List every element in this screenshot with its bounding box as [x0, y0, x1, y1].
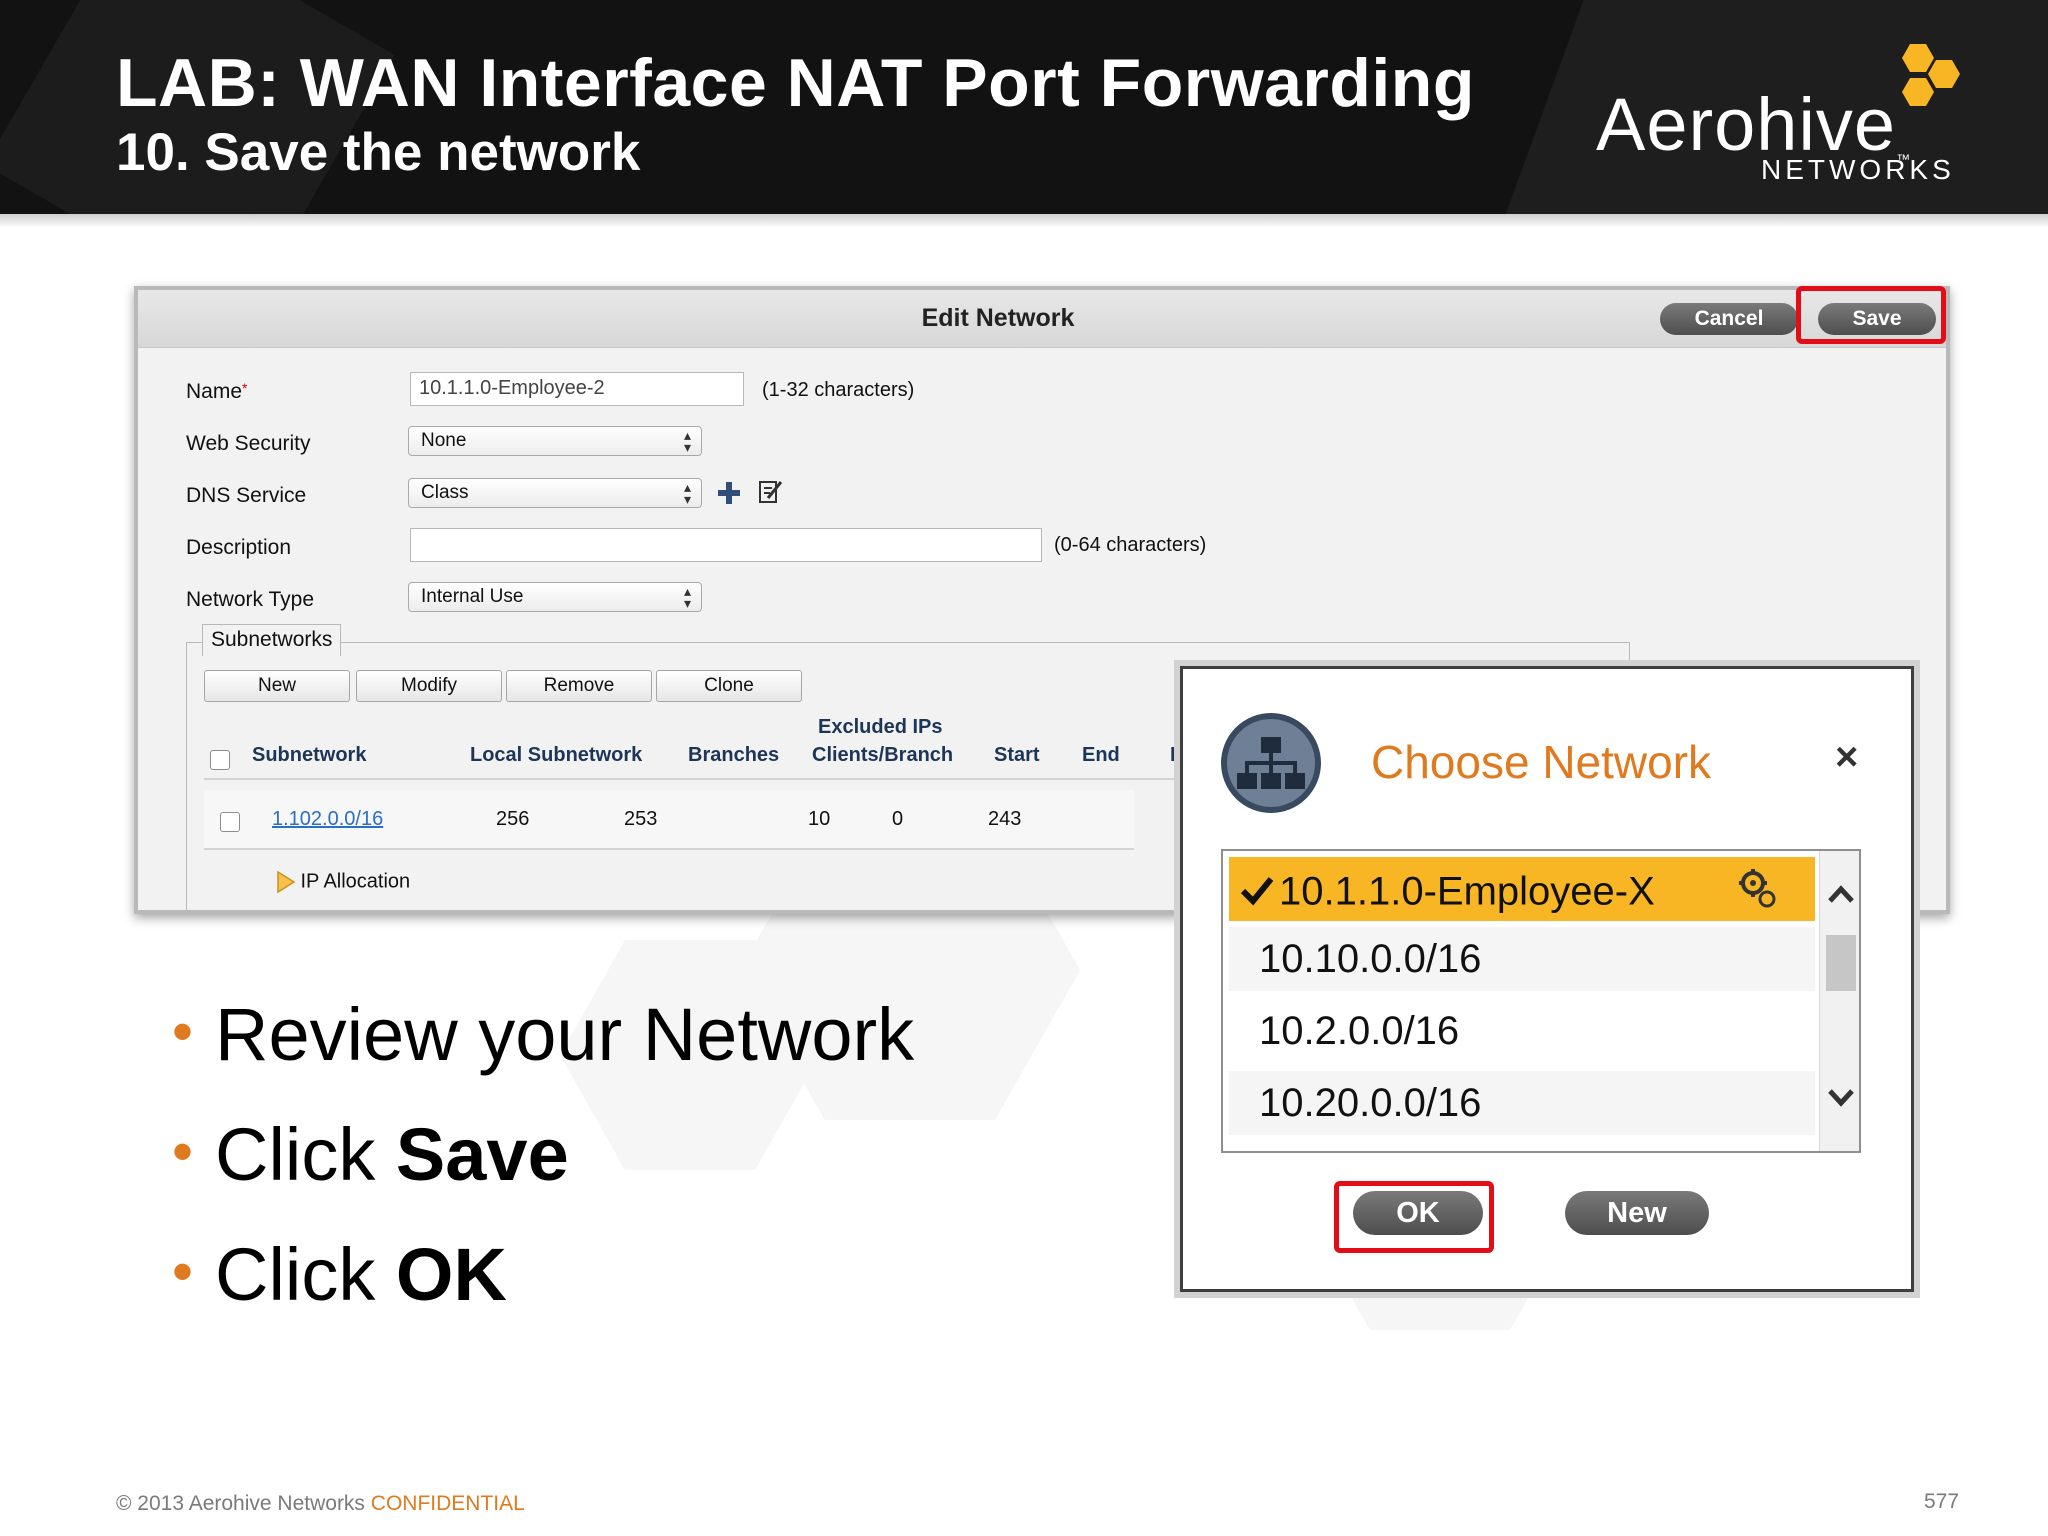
subnetwork-modify-button[interactable]: Modify — [356, 670, 502, 702]
scroll-down-icon[interactable] — [1820, 1077, 1861, 1117]
web-security-value: None — [421, 430, 467, 451]
confidential-label: CONFIDENTIAL — [370, 1492, 525, 1515]
ok-highlight — [1334, 1181, 1494, 1253]
col-clients-branch[interactable]: Clients/Branch — [812, 744, 953, 767]
list-scrollbar[interactable] — [1819, 851, 1861, 1151]
network-type-value: Internal Use — [421, 586, 524, 607]
name-label-text: Name — [186, 380, 243, 403]
checkmark-icon — [1240, 877, 1274, 906]
choose-network-dialog: Choose Network × 10.1.1.0-Employee-X 10.… — [1180, 666, 1914, 1292]
panel-title-bar: Edit Network Cancel Save — [138, 290, 1946, 348]
list-item[interactable]: 10.2.0.0/16 — [1229, 999, 1815, 1063]
bullet-text: Review your Network — [215, 993, 915, 1076]
aerohive-logo: Aerohive™ NETWORKS — [1596, 40, 1976, 190]
gear-icon[interactable] — [1737, 867, 1777, 911]
network-list: 10.1.1.0-Employee-X 10.10.0.0/16 10.2.0.… — [1221, 849, 1861, 1153]
add-icon[interactable] — [716, 480, 742, 506]
dialog-title: Choose Network — [1371, 736, 1712, 788]
logo-networks-text: NETWORKS — [1761, 154, 1955, 185]
web-security-label: Web Security — [186, 432, 311, 455]
bullet-bold: Save — [395, 1113, 569, 1196]
description-label: Description — [186, 536, 292, 559]
scrollbar-thumb[interactable] — [1826, 935, 1856, 991]
col-local-subnetwork[interactable]: Local Subnetwork — [470, 744, 642, 767]
header-shadow — [0, 214, 2048, 228]
edit-icon[interactable] — [758, 478, 784, 506]
bullet-review: • Review your Network — [172, 992, 914, 1077]
slide: LAB: WAN Interface NAT Port Forwarding 1… — [0, 0, 2048, 1536]
col-subnetwork[interactable]: Subnetwork — [252, 744, 366, 767]
network-type-select[interactable]: Internal Use ▴ ▾ — [408, 582, 702, 612]
cancel-button[interactable]: Cancel — [1660, 303, 1798, 335]
list-item[interactable]: 10.10.0.0/16 — [1229, 927, 1815, 991]
dns-service-label: DNS Service — [186, 484, 307, 507]
select-arrows-icon: ▴ ▾ — [683, 479, 691, 507]
name-label: Name* — [186, 380, 247, 404]
close-icon[interactable]: × — [1835, 735, 1858, 780]
expand-triangle-icon — [277, 870, 296, 894]
page-number: 577 — [1924, 1490, 1960, 1513]
col-start[interactable]: Start — [994, 744, 1040, 767]
scroll-up-icon[interactable] — [1820, 875, 1861, 915]
list-item[interactable]: 10.20.0.0/16 — [1229, 1071, 1815, 1135]
start-cell: 243 — [988, 808, 1022, 830]
local-subnetwork-cell: 256 — [496, 808, 530, 830]
bullet-text: Click — [215, 1233, 396, 1316]
slide-subtitle: 10. Save the network — [116, 123, 641, 182]
select-all-checkbox[interactable] — [210, 750, 230, 770]
footer-copyright: © 2013 Aerohive Networks CONFIDENTIAL — [116, 1492, 525, 1516]
select-arrows-icon: ▴ ▾ — [683, 583, 691, 611]
save-highlight — [1796, 286, 1946, 344]
clients-cell: 0 — [892, 808, 904, 830]
description-hint: (0-64 characters) — [1054, 534, 1207, 556]
bullet-bold: OK — [395, 1233, 507, 1316]
new-network-button[interactable]: New — [1565, 1191, 1709, 1235]
subnetworks-legend: Subnetworks — [202, 624, 342, 656]
subnetwork-new-button[interactable]: New — [204, 670, 350, 702]
network-type-label: Network Type — [186, 588, 314, 611]
list-item-label: 10.1.1.0-Employee-X — [1279, 869, 1655, 914]
description-input[interactable] — [410, 528, 1042, 562]
list-item[interactable]: 10.1.1.0-Employee-X — [1229, 857, 1815, 921]
dns-service-select[interactable]: Class ▴ ▾ — [408, 478, 702, 508]
bullet-text: Click — [215, 1113, 396, 1196]
select-arrows-icon: ▴ ▾ — [683, 427, 691, 455]
subnetwork-link[interactable]: 1.102.0.0/16 — [272, 808, 383, 831]
panel-title: Edit Network — [921, 304, 1075, 332]
header-band: LAB: WAN Interface NAT Port Forwarding 1… — [0, 0, 2048, 214]
table-row[interactable]: 1.102.0.0/16 256 253 10 0 243 — [204, 790, 1134, 850]
excluded-cell: 10 — [808, 808, 831, 830]
bullet-click-save: • Click Save — [172, 1112, 569, 1197]
col-excluded-ips[interactable]: Excluded IPs — [818, 716, 943, 739]
name-hint: (1-32 characters) — [762, 379, 915, 401]
bullet-dot: • — [172, 998, 194, 1065]
col-branches[interactable]: Branches — [688, 744, 779, 767]
col-end[interactable]: End — [1082, 744, 1120, 767]
table-header-divider — [204, 778, 1204, 780]
ip-allocation-toggle[interactable]: IP Allocation — [276, 870, 410, 894]
branches-cell: 253 — [624, 808, 658, 830]
row-checkbox[interactable] — [220, 812, 240, 832]
bullet-click-ok: • Click OK — [172, 1232, 507, 1317]
web-security-select[interactable]: None ▴ ▾ — [408, 426, 702, 456]
ip-allocation-label: IP Allocation — [300, 870, 411, 893]
subnetwork-remove-button[interactable]: Remove — [506, 670, 652, 702]
slide-title: LAB: WAN Interface NAT Port Forwarding — [116, 45, 1475, 121]
bullet-dot: • — [172, 1238, 194, 1305]
dns-service-value: Class — [421, 482, 469, 503]
name-input[interactable]: 10.1.1.0-Employee-2 — [410, 372, 744, 406]
subnetwork-clone-button[interactable]: Clone — [656, 670, 802, 702]
required-marker: * — [242, 380, 248, 396]
network-topology-icon — [1221, 713, 1321, 813]
bullet-dot: • — [172, 1118, 194, 1185]
copyright-text: © 2013 Aerohive Networks — [116, 1492, 365, 1515]
